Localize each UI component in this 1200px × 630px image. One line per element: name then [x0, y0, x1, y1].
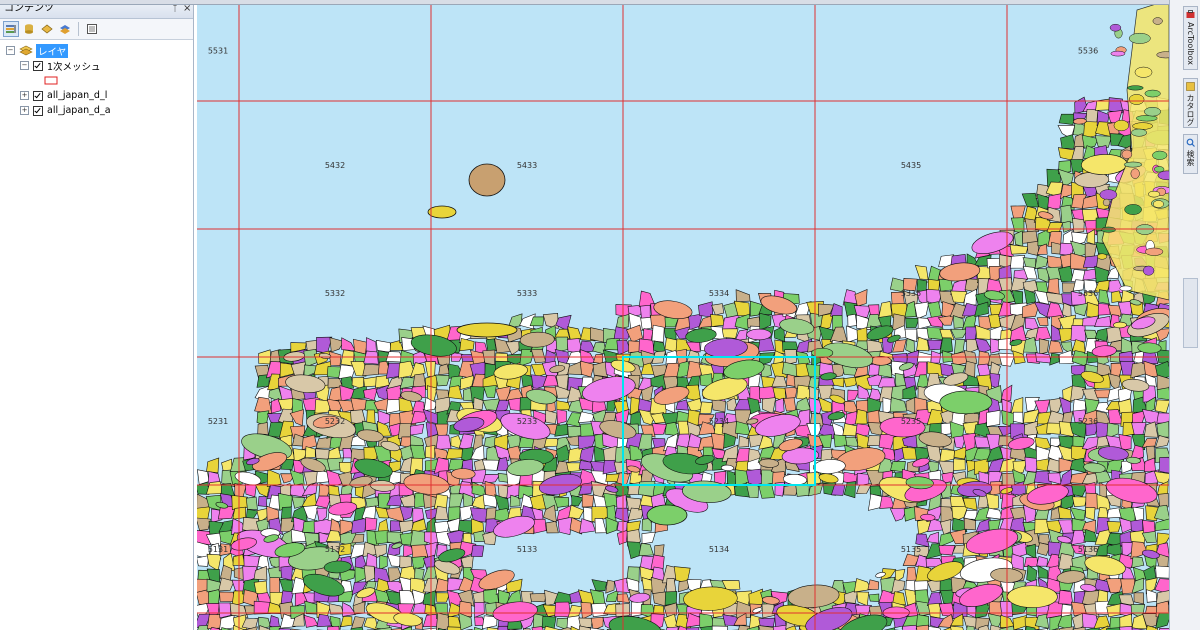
list-by-selection-icon[interactable]	[57, 21, 73, 37]
expand-icon[interactable]: +	[20, 91, 29, 100]
mesh-label: 5231	[208, 417, 228, 426]
mesh-label: 5135	[901, 545, 921, 554]
right-side-toolbar: ArcToolbox カタログ 検索	[1169, 0, 1200, 630]
search-tab[interactable]: 検索	[1183, 134, 1198, 174]
map-canvas[interactable]: 5531 5536 5432 5433 5435 5332 5333 5334 5335 5336…	[197, 0, 1169, 630]
layer-symbol-row	[6, 73, 193, 88]
tree-root-layers[interactable]: − レイヤ	[6, 43, 193, 58]
catalog-tab[interactable]: カタログ	[1183, 78, 1198, 128]
mesh-label: 5132	[325, 545, 345, 554]
list-by-source-icon[interactable]	[21, 21, 37, 37]
visibility-checkbox[interactable]	[33, 105, 43, 116]
map-view[interactable]: 5531 5536 5432 5433 5435 5332 5333 5334 5335 5336…	[197, 0, 1169, 630]
mesh-label: 5334	[709, 289, 729, 298]
mesh-label: 5232	[325, 417, 345, 426]
arctoolbox-tab[interactable]: ArcToolbox	[1183, 6, 1198, 70]
side-tab-label: 検索	[1186, 150, 1195, 166]
mesh-label: 5433	[517, 161, 537, 170]
layer-label[interactable]: 1次メッシュ	[47, 59, 101, 73]
mesh-label: 5333	[517, 289, 537, 298]
options-icon[interactable]	[84, 21, 100, 37]
expand-icon[interactable]: +	[20, 106, 29, 115]
mesh-label: 5332	[325, 289, 345, 298]
layer-row-mesh[interactable]: − 1次メッシュ	[6, 58, 193, 73]
mesh-label: 5234	[709, 417, 729, 426]
layer-row-lines[interactable]: + all_japan_d_l	[6, 88, 193, 103]
side-tab-label: ArcToolbox	[1186, 22, 1195, 65]
list-by-drawing-order-icon[interactable]	[3, 21, 19, 37]
visibility-checkbox[interactable]	[33, 60, 43, 71]
mesh-label: 5435	[901, 161, 921, 170]
mesh-label: 5131	[208, 545, 228, 554]
mesh-label: 5236	[1078, 417, 1098, 426]
mesh-label: 5233	[517, 417, 537, 426]
scroll-handle[interactable]	[1183, 278, 1198, 348]
side-tab-label: カタログ	[1186, 94, 1195, 126]
layers-icon	[19, 45, 33, 56]
search-icon	[1186, 138, 1195, 147]
toolbox-icon	[1186, 10, 1195, 18]
mesh-label: 5134	[709, 545, 729, 554]
catalog-icon	[1186, 82, 1195, 91]
mesh-label: 5235	[901, 417, 921, 426]
table-of-contents-panel: コンテンツ ᛘ × − レイヤ − 1次メッシュ + all_japan_d_l…	[0, 0, 194, 630]
collapse-icon[interactable]: −	[20, 61, 29, 70]
mesh-label: 5136	[1078, 545, 1098, 554]
mesh-label: 5336	[1078, 289, 1098, 298]
visibility-checkbox[interactable]	[33, 90, 43, 101]
mesh-label: 5133	[517, 545, 537, 554]
root-layer-label[interactable]: レイヤ	[36, 43, 69, 58]
layer-row-areas[interactable]: + all_japan_d_a	[6, 103, 193, 118]
toc-toolbar	[0, 19, 193, 40]
top-ruler-strip	[0, 0, 1169, 5]
toolbar-separator	[78, 22, 79, 36]
layer-label[interactable]: all_japan_d_l	[47, 90, 107, 101]
collapse-icon[interactable]: −	[6, 46, 15, 55]
geology-polygons	[197, 0, 1169, 630]
mesh-label: 5536	[1078, 47, 1098, 56]
layer-label[interactable]: all_japan_d_a	[47, 105, 111, 116]
mesh-label: 5335	[901, 289, 921, 298]
list-by-visibility-icon[interactable]	[39, 21, 55, 37]
layer-tree: − レイヤ − 1次メッシュ + all_japan_d_l + all_jap…	[0, 40, 193, 118]
mesh-label: 5531	[208, 47, 228, 56]
mesh-label: 5432	[325, 161, 345, 170]
polygon-symbol-icon[interactable]	[44, 76, 58, 85]
